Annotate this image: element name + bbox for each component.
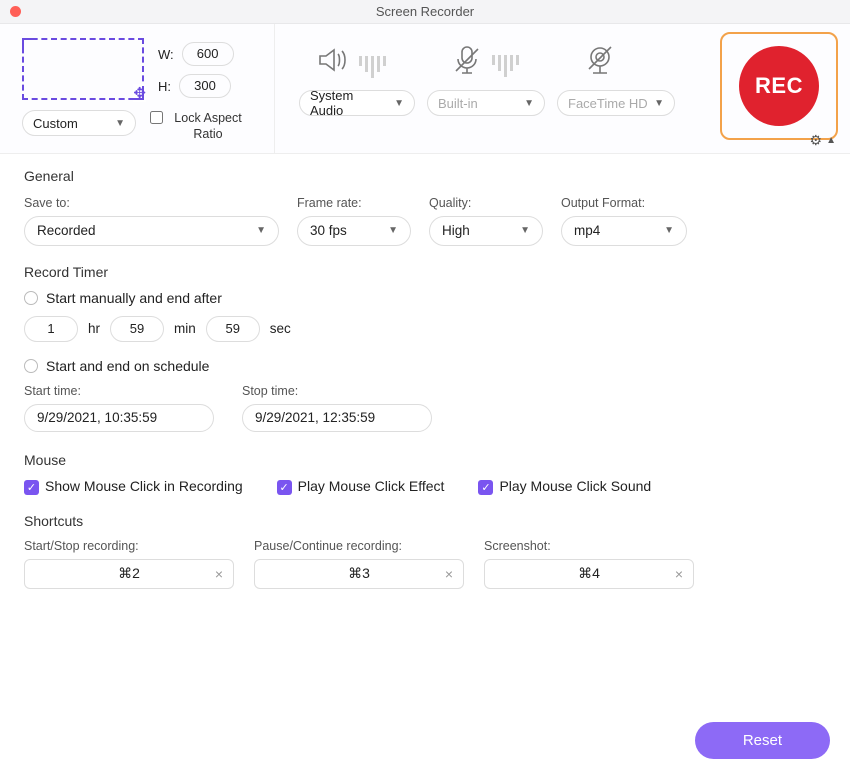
chevron-down-icon: ▼ bbox=[388, 225, 398, 236]
width-input[interactable]: 600 bbox=[182, 42, 234, 66]
lock-aspect-label: Lock Aspect Ratio bbox=[169, 110, 247, 143]
timer-manual-label: Start manually and end after bbox=[46, 290, 222, 306]
settings-gear-icon[interactable]: ⚙ bbox=[810, 132, 823, 149]
shortcut-startstop-label: Start/Stop recording: bbox=[24, 539, 234, 553]
section-general: General bbox=[24, 168, 826, 184]
chevron-down-icon: ▼ bbox=[115, 118, 125, 129]
start-time-label: Start time: bbox=[24, 384, 214, 398]
shortcut-pause-input[interactable]: ⌘3× bbox=[254, 559, 464, 589]
camera-source-select[interactable]: FaceTime HD ▼ bbox=[557, 90, 675, 116]
region-preset-select[interactable]: Custom ▼ bbox=[22, 110, 136, 136]
save-to-select[interactable]: Recorded▼ bbox=[24, 216, 279, 246]
chevron-down-icon: ▼ bbox=[664, 225, 674, 236]
collapse-caret-icon[interactable]: ▲ bbox=[826, 135, 836, 146]
timer-seconds-input[interactable]: 59 bbox=[206, 316, 260, 342]
timer-hours-input[interactable]: 1 bbox=[24, 316, 78, 342]
window-title: Screen Recorder bbox=[0, 4, 850, 19]
speaker-icon bbox=[315, 42, 386, 78]
format-label: Output Format: bbox=[561, 196, 687, 210]
chevron-down-icon: ▼ bbox=[520, 225, 530, 236]
capture-region-selector[interactable]: ✥ bbox=[22, 38, 144, 100]
record-button[interactable]: REC bbox=[720, 32, 838, 140]
section-shortcuts: Shortcuts bbox=[24, 513, 826, 529]
hours-unit: hr bbox=[88, 321, 100, 336]
show-click-checkbox[interactable]: ✓Show Mouse Click in Recording bbox=[24, 478, 243, 495]
quality-select[interactable]: High▼ bbox=[429, 216, 543, 246]
chevron-down-icon: ▼ bbox=[654, 98, 664, 109]
audio-source-select[interactable]: System Audio ▼ bbox=[299, 90, 415, 116]
radio-icon bbox=[24, 291, 38, 305]
timer-schedule-radio[interactable]: Start and end on schedule bbox=[24, 358, 826, 374]
microphone-off-icon bbox=[450, 43, 519, 77]
section-record-timer: Record Timer bbox=[24, 264, 826, 280]
minutes-unit: min bbox=[174, 321, 196, 336]
stop-time-input[interactable]: 9/29/2021, 12:35:59 bbox=[242, 404, 432, 432]
chevron-down-icon: ▼ bbox=[394, 98, 404, 109]
move-icon: ✥ bbox=[133, 84, 146, 102]
shortcut-startstop-input[interactable]: ⌘2× bbox=[24, 559, 234, 589]
reset-button[interactable]: Reset bbox=[695, 722, 830, 759]
checkmark-icon: ✓ bbox=[478, 480, 493, 495]
clear-icon[interactable]: × bbox=[215, 566, 223, 582]
chevron-down-icon: ▼ bbox=[256, 225, 266, 236]
checkmark-icon: ✓ bbox=[24, 480, 39, 495]
play-effect-checkbox[interactable]: ✓Play Mouse Click Effect bbox=[277, 478, 445, 495]
section-mouse: Mouse bbox=[24, 452, 826, 468]
fps-label: Frame rate: bbox=[297, 196, 411, 210]
shortcut-screenshot-label: Screenshot: bbox=[484, 539, 694, 553]
format-select[interactable]: mp4▼ bbox=[561, 216, 687, 246]
timer-minutes-input[interactable]: 59 bbox=[110, 316, 164, 342]
checkmark-icon: ✓ bbox=[277, 480, 292, 495]
height-label: H: bbox=[158, 79, 171, 94]
timer-schedule-label: Start and end on schedule bbox=[46, 358, 209, 374]
play-sound-checkbox[interactable]: ✓Play Mouse Click Sound bbox=[478, 478, 651, 495]
region-preset-value: Custom bbox=[33, 116, 78, 131]
height-input[interactable]: 300 bbox=[179, 74, 231, 98]
record-label: REC bbox=[755, 73, 803, 99]
lock-aspect-checkbox[interactable]: Lock Aspect Ratio bbox=[150, 110, 247, 143]
audio-source-value: System Audio bbox=[310, 88, 388, 118]
clear-icon[interactable]: × bbox=[445, 566, 453, 582]
timer-manual-radio[interactable]: Start manually and end after bbox=[24, 290, 826, 306]
camera-source-value: FaceTime HD bbox=[568, 96, 648, 111]
mic-source-value: Built-in bbox=[438, 96, 478, 111]
shortcut-screenshot-input[interactable]: ⌘4× bbox=[484, 559, 694, 589]
radio-icon bbox=[24, 359, 38, 373]
shortcut-pause-label: Pause/Continue recording: bbox=[254, 539, 464, 553]
seconds-unit: sec bbox=[270, 321, 291, 336]
start-time-input[interactable]: 9/29/2021, 10:35:59 bbox=[24, 404, 214, 432]
titlebar: Screen Recorder bbox=[0, 0, 850, 24]
mic-source-select[interactable]: Built-in ▼ bbox=[427, 90, 545, 116]
chevron-down-icon: ▼ bbox=[524, 98, 534, 109]
save-to-label: Save to: bbox=[24, 196, 279, 210]
camera-off-icon bbox=[583, 43, 617, 77]
quality-label: Quality: bbox=[429, 196, 543, 210]
fps-select[interactable]: 30 fps▼ bbox=[297, 216, 411, 246]
width-label: W: bbox=[158, 47, 174, 62]
stop-time-label: Stop time: bbox=[242, 384, 432, 398]
clear-icon[interactable]: × bbox=[675, 566, 683, 582]
